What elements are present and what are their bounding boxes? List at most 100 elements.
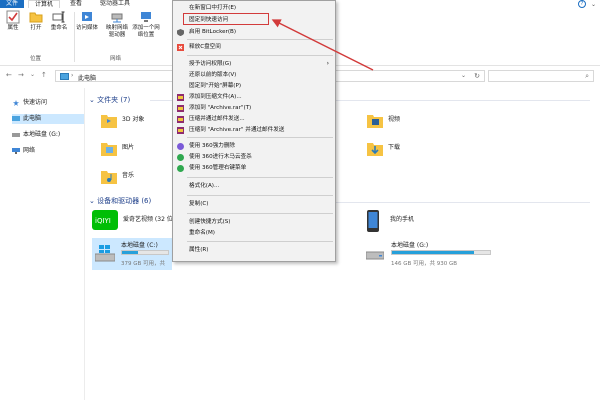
folder-label: 图片 <box>122 144 135 151</box>
folder-label: 下载 <box>388 144 401 151</box>
search-icon: ⌕ <box>585 72 589 80</box>
menu-separator <box>187 213 333 214</box>
iqiyi-logo-icon: iQIYI <box>92 210 118 230</box>
menu-item-free-c-space[interactable]: 释放C盘空间 <box>173 42 335 52</box>
menu-item-compress-rar-email[interactable]: 压缩到 "Archive.rar" 并通过邮件发送 <box>173 125 335 135</box>
refresh-icon[interactable]: ↻ <box>474 72 480 80</box>
drive-my-phone[interactable]: 我的手机 <box>366 210 486 234</box>
menu-item-add-archive-rar[interactable]: 添加到 "Archive.rar"(T) <box>173 103 335 113</box>
menu-item-360-scan[interactable]: 使用 360进行木马云查杀 <box>173 152 335 162</box>
menu-item-pin-start[interactable]: 固定到"开始"屏幕(P) <box>173 81 335 91</box>
add-network-location-button[interactable]: 添加一个网络位置 <box>132 10 160 39</box>
ribbon-separator <box>74 12 75 62</box>
drive-usage-bar <box>391 250 491 255</box>
nav-item-label: 网络 <box>23 147 36 154</box>
folder-videos[interactable]: 视频 <box>366 110 486 134</box>
folder-downloads[interactable]: 下载 <box>366 138 486 162</box>
menu-item-restore-versions[interactable]: 还原以前的版本(V) <box>173 70 335 80</box>
menu-item-label: 压缩到 "Archive.rar" 并通过邮件发送 <box>189 127 285 133</box>
360-icon <box>177 143 184 150</box>
chevron-right-icon[interactable]: › <box>71 72 73 79</box>
menu-separator <box>187 55 333 56</box>
menu-item-grant-access[interactable]: 授予访问权限(G) › <box>173 59 335 69</box>
help-icon[interactable]: ? <box>578 0 586 8</box>
map-network-drive-button[interactable]: 映射网络驱动器 <box>104 10 130 39</box>
winrar-icon <box>177 127 184 134</box>
drive-label: 爱奇艺视频 (32 位) <box>123 216 176 223</box>
drive-usage-fill <box>122 251 139 254</box>
menu-item-bitlocker[interactable]: 启用 BitLocker(B) <box>173 27 335 37</box>
nav-item-this-pc[interactable]: 此电脑 <box>12 114 84 124</box>
tab-computer[interactable]: 计算机 <box>28 0 60 8</box>
cleanup-icon <box>177 44 184 51</box>
navigation-pane: 快速访问 此电脑 本地磁盘 (G:) 网络 <box>0 88 85 400</box>
drives-section-title: 设备和驱动器 (6) <box>97 197 152 205</box>
computer-icon <box>60 73 69 80</box>
access-media-label: 访问媒体 <box>76 25 99 31</box>
checkmark-icon <box>6 10 20 24</box>
menu-item-360-menu-manager[interactable]: 使用 360管理右键菜单 <box>173 163 335 173</box>
chevron-down-icon: ⌄ <box>89 197 98 205</box>
nav-item-network[interactable]: 网络 <box>12 146 84 156</box>
pictures-icon <box>101 143 117 156</box>
menu-item-label: 释放C盘空间 <box>189 44 221 50</box>
up-icon[interactable]: ↑ <box>41 71 47 79</box>
rename-button[interactable]: 重命名 <box>48 10 70 32</box>
nav-item-label: 快速访问 <box>23 99 48 106</box>
menu-item-format[interactable]: 格式化(A)... <box>173 181 335 191</box>
3d-objects-icon <box>101 115 117 128</box>
chevron-down-icon[interactable]: ⌄ <box>591 1 596 8</box>
winrar-icon <box>177 94 184 101</box>
menu-separator <box>187 137 333 138</box>
nav-item-label: 本地磁盘 (G:) <box>23 131 61 138</box>
drive-usage-bar <box>121 250 169 255</box>
tab-view[interactable]: 查看 <box>66 0 86 8</box>
forward-icon[interactable]: → <box>18 71 24 79</box>
shield-icon <box>177 29 184 36</box>
chevron-down-icon[interactable]: ⌄ <box>461 72 466 79</box>
menu-item-open-new-window[interactable]: 在新窗口中打开(E) <box>173 3 335 13</box>
menu-item-rename[interactable]: 重命名(M) <box>173 228 335 238</box>
menu-item-properties[interactable]: 属性(R) <box>173 245 335 255</box>
properties-button[interactable]: 属性 <box>2 10 24 32</box>
drive-c[interactable]: 本地磁盘 (C:) 379 GB 可用，共 <box>92 238 172 270</box>
open-label: 打开 <box>30 25 42 31</box>
drive-g[interactable]: 本地磁盘 (G:) 146 GB 可用，共 930 GB <box>366 240 496 270</box>
folder-label: 音乐 <box>122 172 135 179</box>
chevron-down-icon: ⌄ <box>89 96 98 104</box>
menu-item-label: 压缩并通过邮件发送... <box>189 116 245 122</box>
drive-iqiyi[interactable]: iQIYI 爱奇艺视频 (32 位) <box>92 210 176 232</box>
menu-item-copy[interactable]: 复制(C) <box>173 199 335 209</box>
chevron-down-icon[interactable]: ⌄ <box>30 71 35 78</box>
phone-icon <box>367 210 379 232</box>
winrar-icon <box>177 116 184 123</box>
menu-item-add-archive[interactable]: 添加到压缩文件(A)... <box>173 92 335 102</box>
nav-item-quick-access[interactable]: 快速访问 <box>12 98 84 108</box>
menu-item-360-delete[interactable]: 使用 360强力删除 <box>173 141 335 151</box>
menu-separator <box>187 241 333 242</box>
back-icon[interactable]: ← <box>6 71 12 79</box>
menu-item-compress-email[interactable]: 压缩并通过邮件发送... <box>173 114 335 124</box>
open-button[interactable]: 打开 <box>25 10 47 32</box>
rename-label: 重命名 <box>50 25 68 31</box>
drive-label: 本地磁盘 (C:) <box>121 242 158 249</box>
nav-item-label: 此电脑 <box>23 115 42 122</box>
menu-separator <box>187 195 333 196</box>
drive-usage-fill <box>392 251 475 254</box>
menu-item-label: 添加到压缩文件(A)... <box>189 94 242 100</box>
menu-item-label: 使用 360进行木马云查杀 <box>189 154 252 160</box>
nav-item-drive-g[interactable]: 本地磁盘 (G:) <box>12 130 84 140</box>
tab-file[interactable]: 文件 <box>0 0 24 8</box>
computer-icon <box>12 116 20 121</box>
menu-item-create-shortcut[interactable]: 创建快捷方式(S) <box>173 217 335 227</box>
tab-drive-tools[interactable]: 驱动器工具 <box>96 0 134 8</box>
properties-label: 属性 <box>7 25 19 31</box>
music-icon <box>101 171 117 184</box>
access-media-button[interactable]: 访问媒体 <box>76 10 98 32</box>
search-input[interactable]: ⌕ <box>488 70 594 82</box>
menu-item-label: 使用 360强力删除 <box>189 143 236 149</box>
360-icon <box>177 154 184 161</box>
drives-section-header[interactable]: ⌄ 设备和驱动器 (6) <box>89 196 151 206</box>
downloads-icon <box>367 143 383 156</box>
folders-section-header[interactable]: ⌄ 文件夹 (7) <box>89 95 130 105</box>
